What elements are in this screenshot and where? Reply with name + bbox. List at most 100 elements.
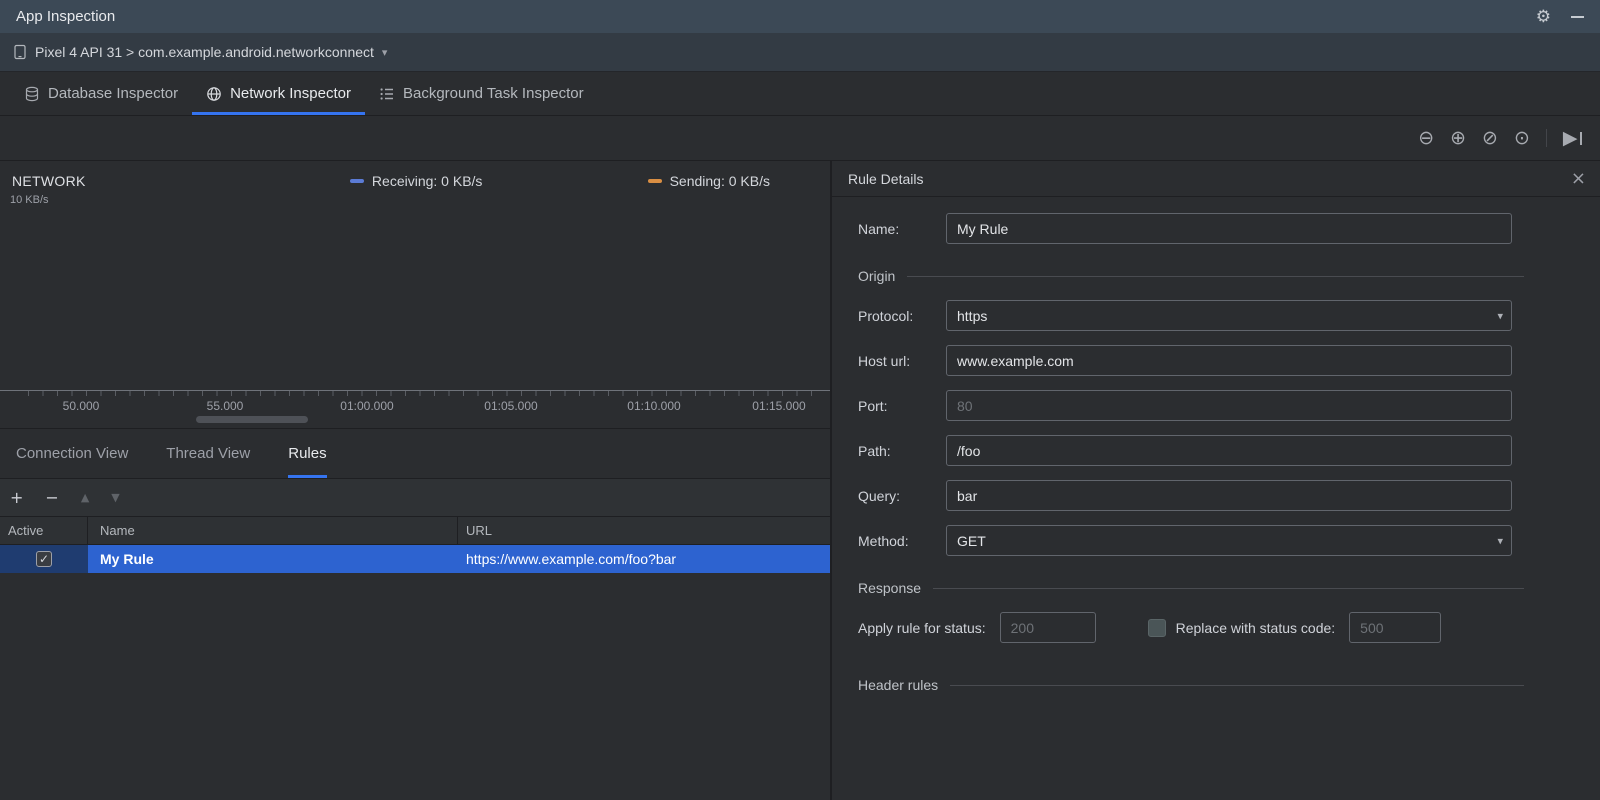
rule-details-form: Name: Origin Protocol: ▾ Host url: Port: bbox=[832, 197, 1600, 800]
y-axis-label: 10 KB/s bbox=[10, 194, 49, 206]
method-value[interactable] bbox=[946, 525, 1512, 556]
tab-rules[interactable]: Rules bbox=[288, 429, 327, 478]
rule-url-cell[interactable]: https://www.example.com/foo?bar bbox=[458, 545, 830, 573]
header-rules-section-line bbox=[950, 684, 1524, 686]
tab-label: Rules bbox=[288, 445, 327, 462]
rule-name-cell[interactable]: My Rule bbox=[88, 545, 458, 573]
tick-label: 50.000 bbox=[62, 399, 100, 413]
globe-icon bbox=[207, 86, 221, 101]
tick-label: 55.000 bbox=[206, 399, 244, 413]
method-row: Method: ▾ bbox=[858, 525, 1512, 556]
process-selector-bar[interactable]: Pixel 4 API 31 > com.example.android.net… bbox=[0, 33, 1600, 72]
host-label: Host url: bbox=[858, 352, 911, 369]
name-label: Name: bbox=[858, 220, 900, 237]
legend-sending: Sending: 0 KB/s bbox=[647, 173, 770, 189]
origin-section-line bbox=[907, 275, 1524, 277]
tab-label: Background Task Inspector bbox=[402, 85, 584, 102]
chevron-down-icon: ▾ bbox=[381, 45, 388, 59]
rule-active-checkbox[interactable]: ✓ bbox=[36, 551, 52, 567]
toolbar-divider bbox=[1545, 129, 1547, 147]
origin-section-label: Origin bbox=[858, 268, 896, 284]
column-header-url[interactable]: URL bbox=[458, 517, 830, 544]
host-field[interactable] bbox=[946, 345, 1512, 376]
rules-toolbar: + − ▲ ▼ bbox=[0, 479, 830, 517]
protocol-value[interactable] bbox=[946, 300, 1512, 331]
network-chart[interactable]: NETWORK Receiving: 0 KB/s Sending: 0 KB/… bbox=[0, 161, 830, 429]
rule-details-header: Rule Details × bbox=[832, 161, 1600, 197]
apply-status-label: Apply rule for status: bbox=[858, 619, 986, 636]
zoom-in-icon[interactable]: ⊕ bbox=[1450, 128, 1466, 148]
task-list-icon bbox=[380, 87, 393, 100]
timeline-scrollbar[interactable] bbox=[0, 416, 830, 426]
host-row: Host url: bbox=[858, 345, 1512, 376]
window-titlebar: App Inspection ⚙ bbox=[0, 0, 1600, 33]
view-tabbar: Connection View Thread View Rules bbox=[0, 429, 830, 479]
tick-label: 01:15.000 bbox=[752, 399, 806, 413]
header-rules-section-label: Header rules bbox=[858, 677, 939, 693]
tab-label: Connection View bbox=[16, 445, 129, 462]
name-field[interactable] bbox=[946, 213, 1512, 244]
rule-details-panel: Rule Details × Name: Origin Protocol: ▾ … bbox=[832, 161, 1600, 800]
receiving-swatch-icon bbox=[349, 179, 364, 183]
port-field[interactable] bbox=[946, 390, 1512, 421]
rules-table-header: Active Name URL bbox=[0, 517, 830, 545]
zoom-to-selection-icon[interactable]: ⊙ bbox=[1514, 128, 1530, 148]
timeline-axis: 50.000 55.000 01:00.000 01:05.000 01:10.… bbox=[0, 390, 830, 416]
remove-rule-button[interactable]: − bbox=[45, 489, 58, 506]
rule-active-cell[interactable]: ✓ bbox=[0, 545, 88, 573]
inspector-tabbar: Database Inspector Network Inspector Bac… bbox=[0, 72, 1600, 116]
tab-thread-view[interactable]: Thread View bbox=[166, 429, 250, 478]
origin-section: Origin bbox=[858, 268, 1524, 284]
tab-network-inspector[interactable]: Network Inspector bbox=[192, 72, 365, 115]
tick-label: 01:00.000 bbox=[340, 399, 394, 413]
tab-background-task-inspector[interactable]: Background Task Inspector bbox=[365, 72, 598, 115]
path-row: Path: bbox=[858, 435, 1512, 466]
column-header-active[interactable]: Active bbox=[0, 517, 88, 544]
database-icon bbox=[25, 86, 39, 101]
tab-label: Network Inspector bbox=[230, 85, 351, 102]
protocol-dropdown[interactable]: ▾ bbox=[946, 300, 1512, 331]
port-label: Port: bbox=[858, 397, 888, 414]
replace-status-checkbox[interactable] bbox=[1147, 618, 1166, 637]
sending-swatch-icon bbox=[647, 179, 662, 183]
chart-header: NETWORK Receiving: 0 KB/s Sending: 0 KB/… bbox=[0, 161, 830, 189]
legend-receiving: Receiving: 0 KB/s bbox=[349, 173, 482, 189]
timeline-toolbar: ⊖ ⊕ ⊘ ⊙ ▶ bbox=[0, 116, 1600, 161]
response-section: Response bbox=[858, 580, 1524, 596]
scrollbar-thumb[interactable] bbox=[196, 416, 308, 423]
response-section-line bbox=[933, 587, 1524, 589]
jump-to-live-icon[interactable]: ▶ bbox=[1563, 128, 1582, 148]
settings-gear-icon[interactable]: ⚙ bbox=[1536, 7, 1551, 27]
reset-zoom-icon[interactable]: ⊘ bbox=[1482, 128, 1498, 148]
main-content: NETWORK Receiving: 0 KB/s Sending: 0 KB/… bbox=[0, 161, 1600, 800]
move-rule-up-button[interactable]: ▲ bbox=[81, 492, 89, 503]
query-label: Query: bbox=[858, 487, 901, 504]
window-title: App Inspection bbox=[16, 8, 116, 25]
apply-status-field[interactable] bbox=[999, 612, 1096, 643]
legend-sending-label: Sending: 0 KB/s bbox=[669, 173, 770, 189]
column-header-name[interactable]: Name bbox=[88, 517, 458, 544]
replace-status-field[interactable] bbox=[1349, 612, 1442, 643]
query-row: Query: bbox=[858, 480, 1512, 511]
rule-details-title: Rule Details bbox=[848, 170, 924, 187]
response-section-label: Response bbox=[858, 580, 922, 596]
table-row[interactable]: ✓ My Rule https://www.example.com/foo?ba… bbox=[0, 545, 830, 573]
protocol-row: Protocol: ▾ bbox=[858, 300, 1512, 331]
minimize-icon[interactable] bbox=[1571, 15, 1584, 18]
protocol-label: Protocol: bbox=[858, 307, 914, 324]
tab-connection-view[interactable]: Connection View bbox=[16, 429, 128, 478]
method-label: Method: bbox=[858, 532, 909, 549]
tab-database-inspector[interactable]: Database Inspector bbox=[10, 72, 192, 115]
network-panel: NETWORK Receiving: 0 KB/s Sending: 0 KB/… bbox=[0, 161, 832, 800]
query-field[interactable] bbox=[946, 480, 1512, 511]
zoom-out-icon[interactable]: ⊖ bbox=[1418, 128, 1434, 148]
path-field[interactable] bbox=[946, 435, 1512, 466]
close-icon[interactable]: × bbox=[1571, 169, 1586, 188]
add-rule-button[interactable]: + bbox=[10, 489, 23, 506]
port-row: Port: bbox=[858, 390, 1512, 421]
path-label: Path: bbox=[858, 442, 891, 459]
header-rules-section: Header rules bbox=[858, 677, 1524, 693]
move-rule-down-button[interactable]: ▼ bbox=[111, 492, 119, 503]
rules-table-empty-area bbox=[0, 573, 830, 800]
method-dropdown[interactable]: ▾ bbox=[946, 525, 1512, 556]
